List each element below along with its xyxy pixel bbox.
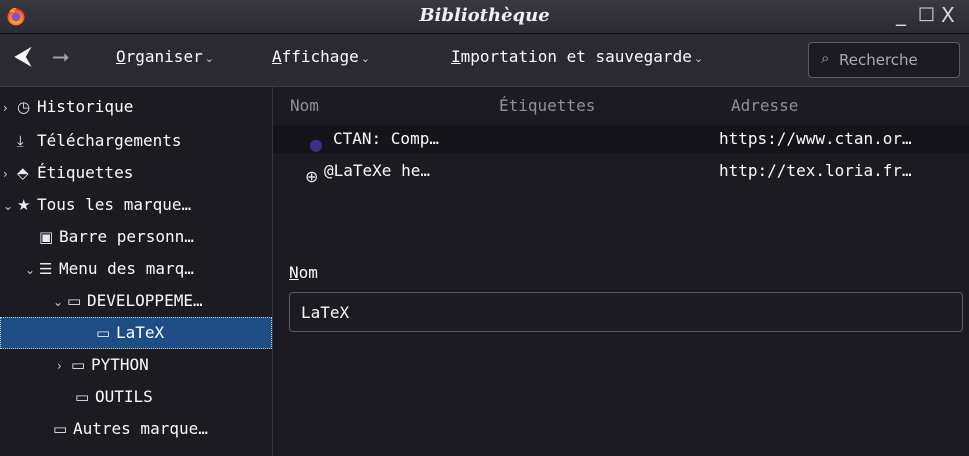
bookmark-name: @LaTeXe he… xyxy=(324,161,430,180)
window-title: Bibliothèque xyxy=(419,5,550,26)
tree-item-all-bookmarks[interactable]: ⌄ ★ Tous les marque… xyxy=(0,191,274,219)
folder-icon: ▭ xyxy=(71,356,86,374)
tree-item-label: DEVELOPPEME… xyxy=(87,291,203,310)
column-header-address[interactable]: Adresse xyxy=(731,96,798,115)
toolbar: ⮜ ⭢ Organiser ⌄ Affichage ⌄ Importation et… xyxy=(0,34,969,87)
favicon-icon: ● xyxy=(309,135,323,154)
minimize-button[interactable]: _ xyxy=(896,2,906,26)
import-accesskey: I xyxy=(451,47,461,66)
tree-item-label: Barre personn… xyxy=(59,227,194,246)
sidebar-tree: › ◷ Historique ⤓ Téléchargements › ⬘ Étiquett… xyxy=(0,87,273,456)
bookmark-name: CTAN: Comp… xyxy=(333,129,439,148)
tree-item-bookmarks-menu[interactable]: ⌄ ☰ Menu des marq… xyxy=(0,255,272,283)
column-header-tags[interactable]: Étiquettes xyxy=(499,96,595,115)
tree-item-folder-python[interactable]: › ▭ PYTHON xyxy=(0,351,272,379)
chevron-down-icon[interactable]: ⌄ xyxy=(53,288,67,315)
tree-item-label: Menu des marq… xyxy=(59,259,194,278)
chevron-down-icon: ⌄ xyxy=(360,52,370,65)
tree-item-label: Autres marque… xyxy=(73,419,208,438)
tree-item-folder-latex[interactable]: ▭ LaTeX xyxy=(0,317,272,349)
chevron-down-icon[interactable]: ⌄ xyxy=(3,192,17,219)
bookmark-row[interactable]: ⊕ @LaTeXe he… http://tex.loria.fr… xyxy=(273,157,969,186)
organiser-label: rganiser xyxy=(125,47,203,66)
title-bar: Bibliothèque _ □ X xyxy=(0,0,969,34)
tree-item-label: PYTHON xyxy=(91,355,149,374)
folder-icon: ▭ xyxy=(96,324,111,342)
tree-item-bookmarks-toolbar[interactable]: ▣ Barre personn… xyxy=(0,223,272,251)
star-icon: ★ xyxy=(17,196,31,214)
maximize-button[interactable]: □ xyxy=(918,3,935,24)
chevron-down-icon: ⌄ xyxy=(204,52,214,65)
chevron-right-icon[interactable]: › xyxy=(57,352,71,379)
bookmark-address: http://tex.loria.fr… xyxy=(719,161,912,180)
back-arrow-icon[interactable]: ⮜ xyxy=(15,44,31,69)
download-icon: ⤓ xyxy=(17,132,24,150)
globe-icon: ⊕ xyxy=(305,167,319,186)
tree-item-label: Historique xyxy=(37,97,134,116)
tree-item-folder-developpement[interactable]: ⌄ ▭ DEVELOPPEME… xyxy=(0,287,272,315)
affichage-menu-button[interactable]: Affichage ⌄ xyxy=(272,47,370,66)
search-icon: ⌕ xyxy=(821,49,830,67)
import-label: mportation et sauvegarde xyxy=(460,47,692,66)
search-box[interactable]: ⌕ xyxy=(808,42,960,78)
name-accesskey: N xyxy=(289,263,299,282)
forward-arrow-icon[interactable]: ⭢ xyxy=(52,44,70,69)
folder-icon: ▭ xyxy=(75,388,90,406)
tag-icon: ⬘ xyxy=(17,164,29,182)
bookmarks-content: Nom Étiquettes Adresse ● CTAN: Comp… htt… xyxy=(273,87,969,456)
tree-item-history[interactable]: › ◷ Historique xyxy=(0,93,274,121)
name-field[interactable] xyxy=(289,292,963,332)
tree-item-label: Tous les marque… xyxy=(37,195,192,214)
tree-item-label: Téléchargements xyxy=(37,131,182,150)
name-field-label: Nom xyxy=(289,263,318,282)
menu-icon: ☰ xyxy=(39,260,53,278)
close-button[interactable]: X xyxy=(941,3,955,27)
tree-item-label: Étiquettes xyxy=(37,163,134,182)
library-window: Bibliothèque _ □ X ⮜ ⭢ Organiser ⌄ Affich… xyxy=(0,0,969,456)
column-header-name[interactable]: Nom xyxy=(290,96,319,115)
organiser-accesskey: O xyxy=(116,47,126,66)
tree-item-label: LaTeX xyxy=(116,323,165,342)
tree-item-label: OUTILS xyxy=(95,387,153,406)
name-label-text: om xyxy=(298,263,318,282)
tree-item-other-bookmarks[interactable]: ▭ Autres marque… xyxy=(0,415,272,443)
tree-item-tags[interactable]: › ⬘ Étiquettes xyxy=(0,159,274,187)
affichage-label: ffichage xyxy=(281,47,359,66)
clock-icon: ◷ xyxy=(17,98,31,116)
folder-icon: ▭ xyxy=(67,292,82,310)
chevron-down-icon[interactable]: ⌄ xyxy=(25,256,39,283)
chevron-right-icon[interactable]: › xyxy=(3,94,17,121)
bookmark-address: https://www.ctan.or… xyxy=(719,129,912,148)
import-backup-menu-button[interactable]: Importation et sauvegarde ⌄ xyxy=(451,47,703,66)
affichage-accesskey: A xyxy=(272,47,282,66)
organiser-menu-button[interactable]: Organiser ⌄ xyxy=(116,47,214,66)
chevron-down-icon: ⌄ xyxy=(693,52,704,65)
tree-item-downloads[interactable]: ⤓ Téléchargements xyxy=(0,127,274,155)
search-input[interactable] xyxy=(839,50,957,70)
tree-item-folder-outils[interactable]: ▭ OUTILS xyxy=(0,383,272,411)
chevron-right-icon[interactable]: › xyxy=(3,160,17,187)
folder-icon: ▭ xyxy=(53,420,68,438)
toolbar-icon: ▣ xyxy=(39,228,54,246)
bookmark-row[interactable]: ● CTAN: Comp… https://www.ctan.or… xyxy=(273,125,969,154)
